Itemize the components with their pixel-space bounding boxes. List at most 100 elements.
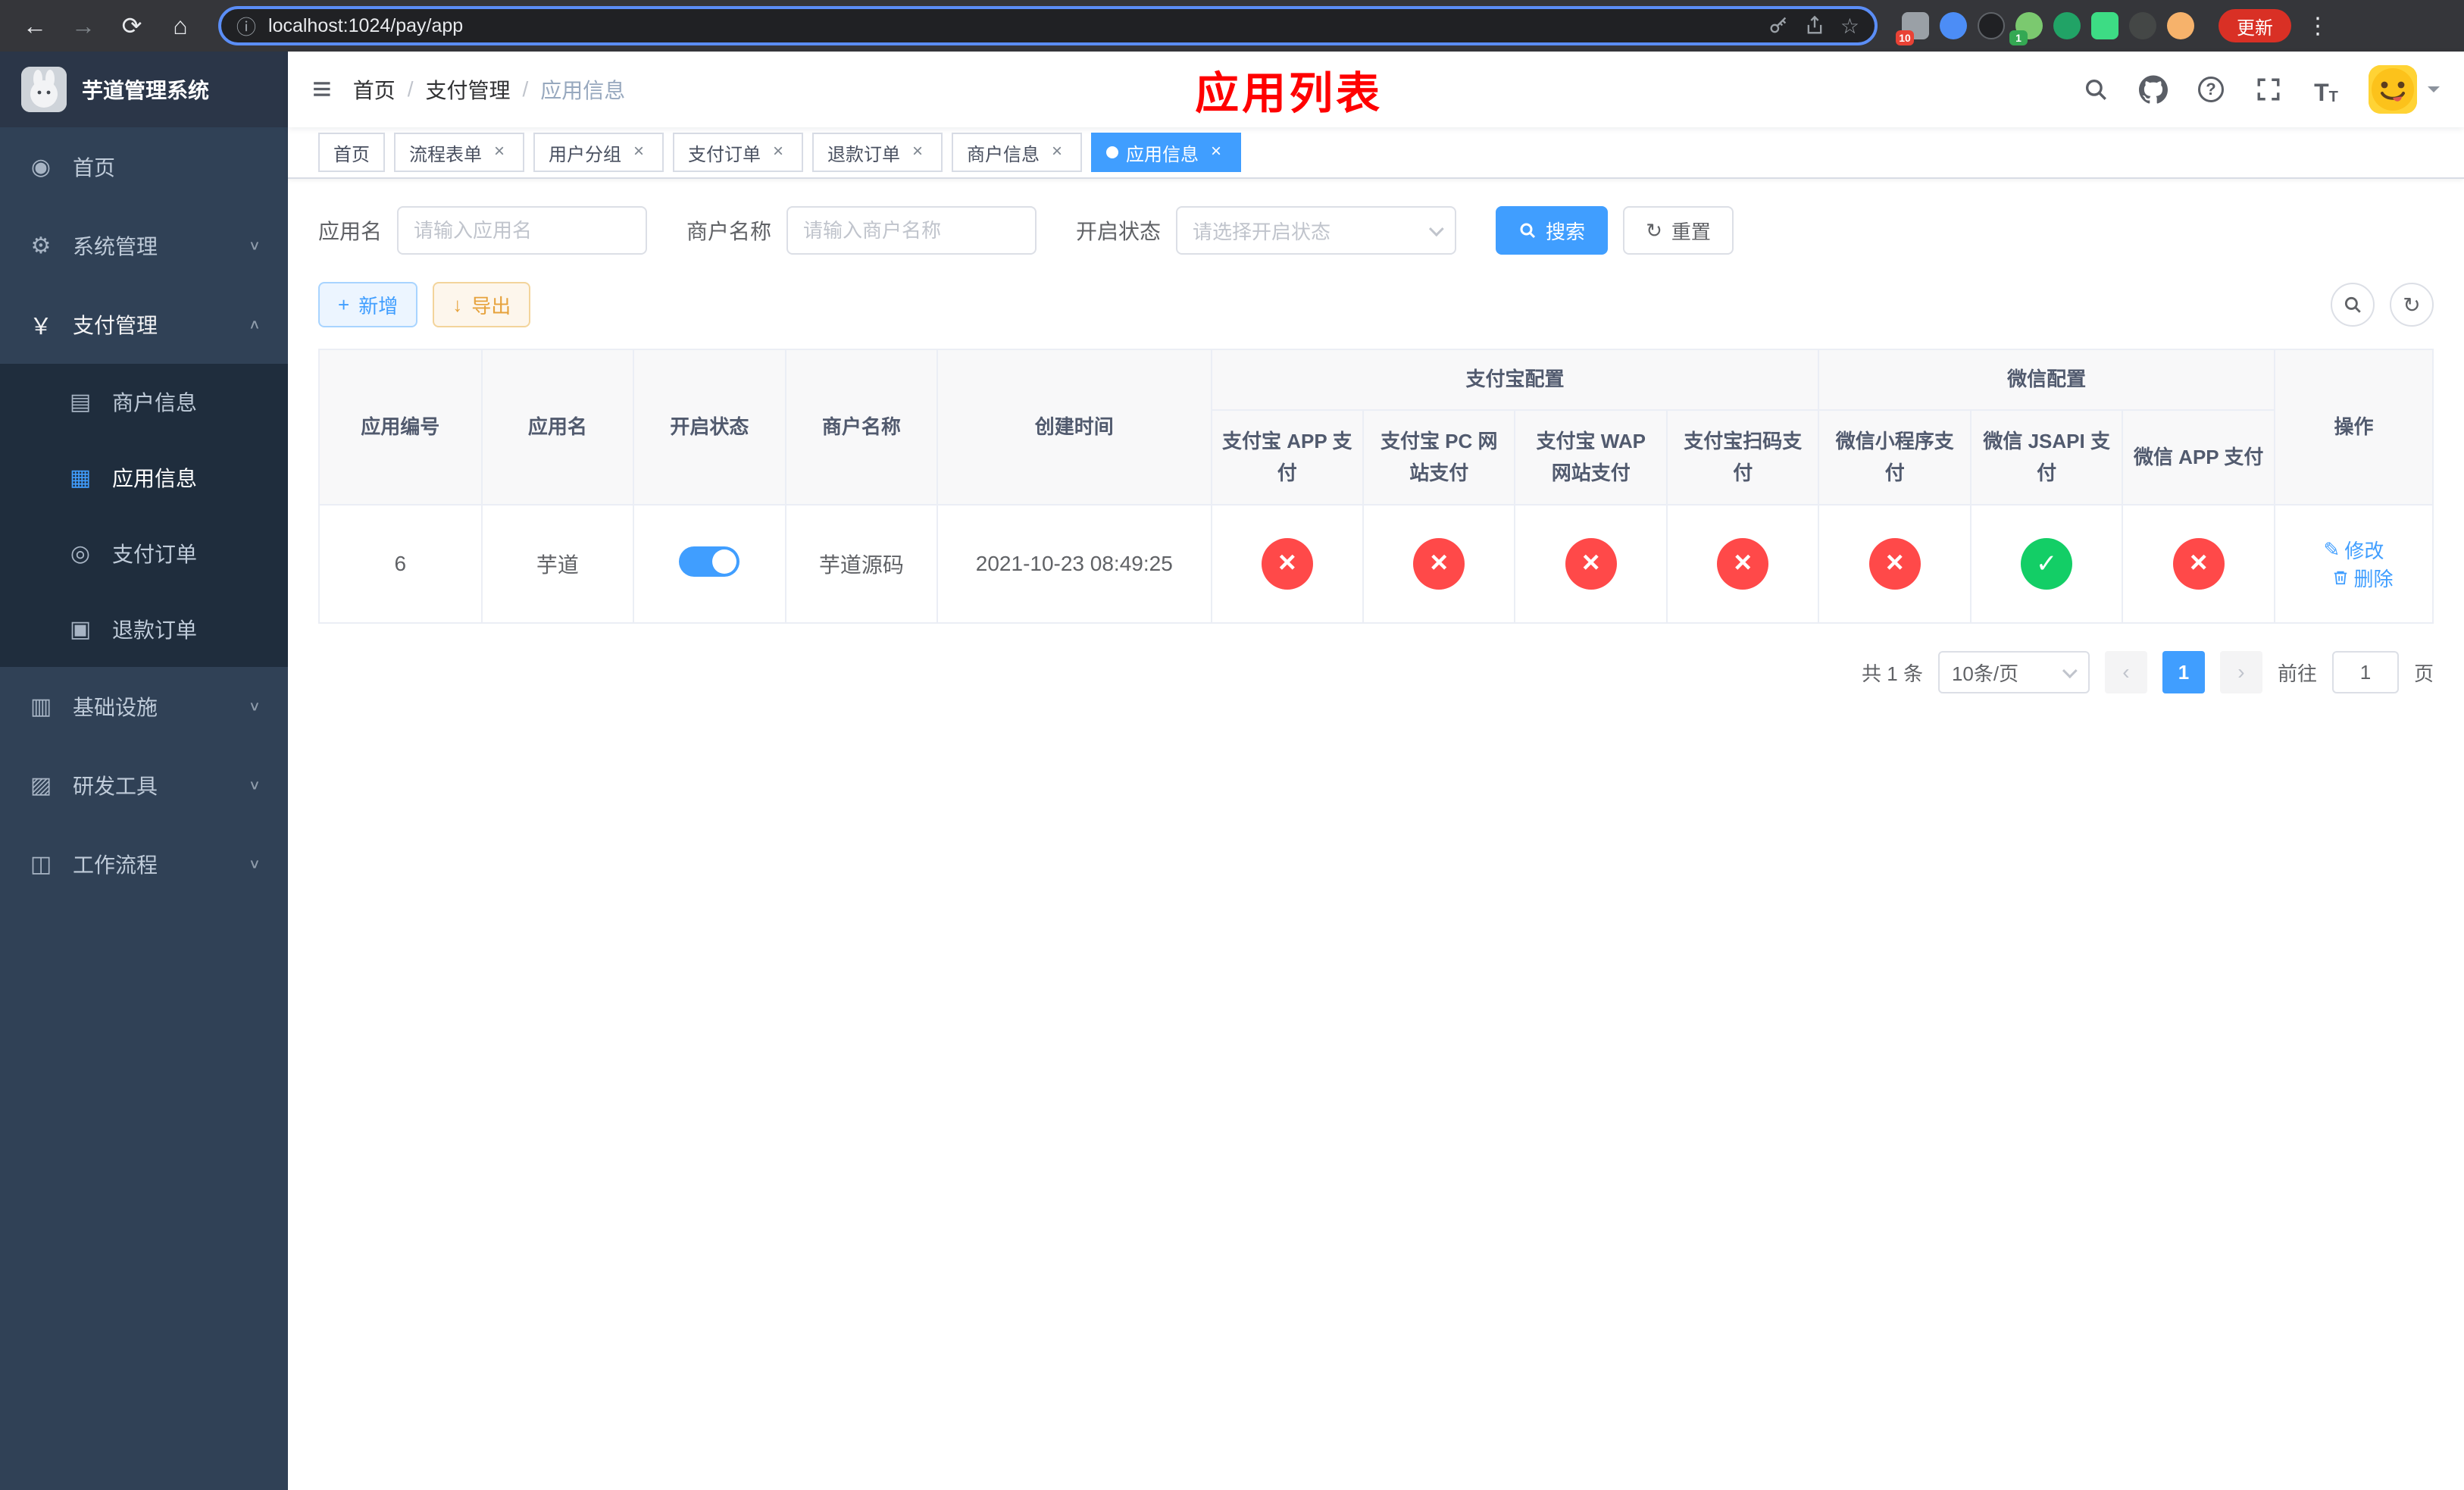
tab-user-group[interactable]: 用户分组 × xyxy=(533,133,664,172)
sidebar-item-merchant-info[interactable]: ▤ 商户信息 xyxy=(0,364,288,440)
status-toggle[interactable] xyxy=(679,546,740,577)
github-icon[interactable] xyxy=(2138,74,2169,105)
browser-reload-button[interactable]: ⟳ xyxy=(112,6,152,45)
status-select[interactable]: 请选择开启状态 xyxy=(1176,206,1457,255)
chevron-down-icon xyxy=(2062,663,2078,679)
next-page-button[interactable]: › xyxy=(2219,651,2262,694)
dev-tools-icon: ▨ xyxy=(30,772,52,798)
extension-icon-face[interactable] xyxy=(2167,12,2194,39)
extension-icon-pin[interactable] xyxy=(2129,12,2156,39)
col-group-wechat: 微信配置 xyxy=(1818,349,2275,411)
tab-pay-orders[interactable]: 支付订单 × xyxy=(673,133,803,172)
yen-icon: ￥ xyxy=(30,315,52,340)
cell-status xyxy=(633,504,786,624)
reset-button[interactable]: ↻ 重置 xyxy=(1623,206,1734,255)
tab-merchant-info[interactable]: 商户信息 × xyxy=(952,133,1082,172)
extension-icon-avatar[interactable]: 1 xyxy=(2009,12,2043,45)
chevron-down-icon: ∨ xyxy=(248,777,261,793)
gear-icon: ⚙ xyxy=(30,233,52,258)
sidebar-item-pay-orders[interactable]: ◎ 支付订单 xyxy=(0,515,288,591)
help-icon[interactable]: ? xyxy=(2196,74,2226,105)
sidebar-item-system[interactable]: ⚙ 系统管理 ∨ xyxy=(0,206,288,285)
browser-update-button[interactable]: 更新 xyxy=(2219,9,2291,42)
breadcrumb-home[interactable]: 首页 xyxy=(353,74,396,105)
col-wx-jsapi: 微信 JSAPI 支付 xyxy=(1969,409,2124,506)
refresh-icon: ↻ xyxy=(1646,218,1662,242)
tab-refund-orders[interactable]: 退款订单 × xyxy=(812,133,943,172)
search-button[interactable]: 搜索 xyxy=(1496,206,1609,255)
tab-label: 用户分组 xyxy=(549,144,621,165)
edit-button[interactable]: ✎ 修改 xyxy=(2324,536,2384,564)
sidebar: 芋道管理系统 ◉ 首页 ⚙ 系统管理 ∨ ￥ 支付管理 ∧ ▤ 商户信息 ▦ 应… xyxy=(0,52,288,1490)
tab-close-icon[interactable]: × xyxy=(908,142,927,162)
goto-page-input[interactable] xyxy=(2331,651,2399,694)
tab-close-icon[interactable]: × xyxy=(629,142,649,162)
chevron-down-icon: ∨ xyxy=(248,237,261,253)
infrastructure-icon: ▥ xyxy=(30,693,52,719)
chevron-down-icon: ∨ xyxy=(248,698,261,714)
page-number-1[interactable]: 1 xyxy=(2162,651,2205,694)
cell-alipay-wap xyxy=(1514,504,1668,624)
tab-home[interactable]: 首页 xyxy=(318,133,385,172)
download-icon: ↓ xyxy=(452,293,463,316)
tags-view-bar: 首页 流程表单 × 用户分组 × 支付订单 × 退款订单 × 商户信息 × 应用… xyxy=(288,127,2464,179)
top-navbar: ≡ 首页 / 支付管理 / 应用信息 应用列表 ? T T xyxy=(288,52,2464,127)
tab-close-icon[interactable]: × xyxy=(1047,142,1067,162)
sidebar-item-dev-tools[interactable]: ▨ 研发工具 ∨ xyxy=(0,746,288,825)
cell-alipay-qr xyxy=(1665,504,1820,624)
user-menu[interactable] xyxy=(2369,65,2440,114)
prev-page-button[interactable]: ‹ xyxy=(2104,651,2147,694)
font-size-icon[interactable]: T T xyxy=(2311,74,2341,105)
tab-close-icon[interactable]: × xyxy=(768,142,788,162)
col-status: 开启状态 xyxy=(633,349,786,506)
dashboard-icon: ◉ xyxy=(30,154,52,180)
sidebar-item-app-info[interactable]: ▦ 应用信息 xyxy=(0,440,288,515)
page-size-select[interactable]: 10条/页 xyxy=(1937,651,2090,694)
extension-icon-blue[interactable] xyxy=(1940,12,1967,39)
tab-close-icon[interactable]: × xyxy=(489,142,509,162)
search-icon[interactable] xyxy=(2081,74,2111,105)
payment-submenu: ▤ 商户信息 ▦ 应用信息 ◎ 支付订单 ▣ 退款订单 xyxy=(0,364,288,667)
col-alipay-qr: 支付宝扫码支付 xyxy=(1665,409,1820,506)
col-actions: 操作 xyxy=(2273,349,2434,506)
refresh-table-button[interactable]: ↻ xyxy=(2390,283,2434,327)
sidebar-item-home[interactable]: ◉ 首页 xyxy=(0,127,288,206)
sidebar-toggle-icon[interactable]: ≡ xyxy=(312,73,332,106)
extension-icon-dark[interactable] xyxy=(1978,12,2005,39)
fullscreen-icon[interactable] xyxy=(2253,74,2284,105)
tab-process-form[interactable]: 流程表单 × xyxy=(394,133,524,172)
breadcrumb-payment[interactable]: 支付管理 xyxy=(425,74,510,105)
password-key-icon[interactable] xyxy=(1768,15,1789,36)
share-icon[interactable] xyxy=(1804,15,1825,36)
browser-forward-button[interactable]: → xyxy=(64,6,103,45)
delete-button[interactable]: 删除 xyxy=(2332,564,2393,592)
add-button[interactable]: + 新增 xyxy=(318,282,418,327)
app-name-input[interactable] xyxy=(397,206,648,255)
site-info-icon[interactable]: ⓘ xyxy=(236,12,256,40)
export-button[interactable]: ↓ 导出 xyxy=(433,282,531,327)
tab-close-icon[interactable]: × xyxy=(1206,142,1226,162)
extension-icon-puzzle[interactable]: 10 xyxy=(1896,12,1929,45)
browser-home-button[interactable]: ⌂ xyxy=(161,6,200,45)
add-button-label: 新增 xyxy=(358,294,399,318)
sidebar-item-refund-orders[interactable]: ▣ 退款订单 xyxy=(0,591,288,667)
status-select-placeholder: 请选择开启状态 xyxy=(1193,220,1331,243)
delete-label: 删除 xyxy=(2353,567,2394,590)
browser-back-button[interactable]: ← xyxy=(15,6,55,45)
sidebar-item-payment[interactable]: ￥ 支付管理 ∧ xyxy=(0,285,288,364)
cell-created: 2021-10-23 08:49:25 xyxy=(937,504,1212,624)
extension-icon-green-check[interactable] xyxy=(2053,12,2081,39)
merchant-name-input[interactable] xyxy=(786,206,1037,255)
merchant-name-label: 商户名称 xyxy=(686,220,772,243)
bookmark-star-icon[interactable]: ☆ xyxy=(1840,14,1859,39)
browser-menu-icon[interactable]: ⋮ xyxy=(2300,13,2335,39)
sidebar-item-infrastructure[interactable]: ▥ 基础设施 ∨ xyxy=(0,667,288,746)
url-bar[interactable]: ⓘ localhost:1024/pay/app ☆ xyxy=(218,6,1878,45)
sidebar-item-workflow[interactable]: ◫ 工作流程 ∨ xyxy=(0,825,288,903)
status-error-icon xyxy=(1261,538,1313,590)
extension-icon-book[interactable] xyxy=(2091,12,2118,39)
tab-app-info[interactable]: 应用信息 × xyxy=(1091,133,1241,172)
toggle-search-button[interactable] xyxy=(2331,283,2375,327)
sidebar-item-label: 研发工具 xyxy=(73,775,158,798)
status-label: 开启状态 xyxy=(1076,220,1162,243)
